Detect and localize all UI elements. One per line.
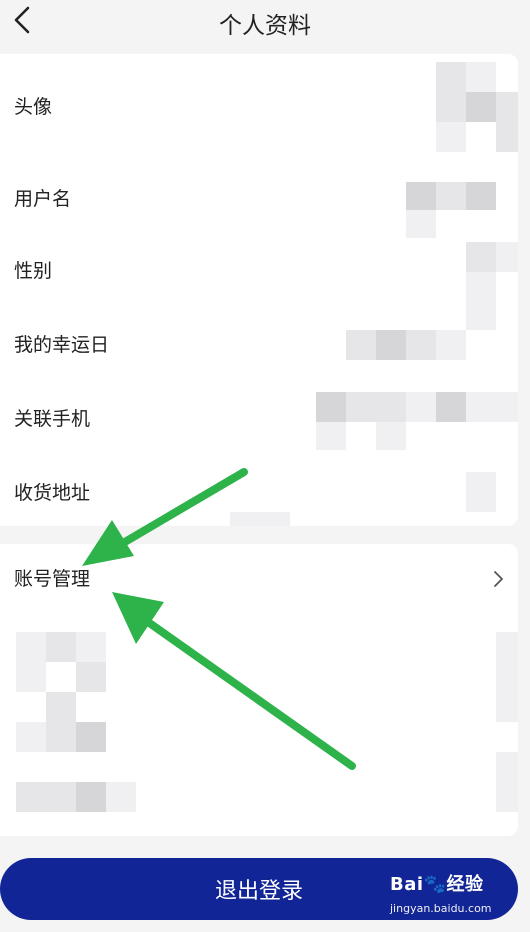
blurred-content-part — [46, 692, 76, 722]
blurred-content-part — [46, 722, 76, 752]
chevron-right-icon — [494, 571, 503, 587]
gender-row[interactable]: 性别 — [0, 250, 518, 300]
blurred-content-part — [46, 782, 76, 812]
blurred-content-part — [496, 752, 518, 812]
lucky-day-label: 我的幸运日 — [14, 334, 110, 356]
username-row[interactable]: 用户名 — [0, 178, 518, 230]
linked-phone-label: 关联手机 — [14, 408, 91, 430]
account-card: 账号管理 — [0, 544, 518, 836]
account-management-row[interactable]: 账号管理 — [0, 544, 518, 614]
page-title: 个人资料 — [219, 13, 311, 39]
blurred-content-part — [16, 662, 46, 692]
gender-label: 性别 — [14, 260, 53, 282]
blurred-content-part — [46, 632, 76, 662]
avatar-label: 头像 — [14, 96, 53, 118]
blurred-content-part — [76, 782, 106, 812]
username-label: 用户名 — [14, 188, 72, 210]
blurred-content-part — [76, 662, 106, 692]
blurred-content-part — [76, 632, 106, 662]
blurred-content-part — [496, 632, 518, 722]
account-management-label: 账号管理 — [14, 568, 91, 590]
blurred-content-part — [106, 782, 136, 812]
blurred-content-part — [76, 722, 106, 752]
shipping-address-label: 收货地址 — [14, 482, 91, 504]
watermark-url: jingyan.baidu.com — [390, 902, 492, 915]
avatar-row[interactable]: 头像 — [0, 74, 518, 140]
shipping-address-row[interactable]: 收货地址 — [0, 472, 518, 522]
linked-phone-row[interactable]: 关联手机 — [0, 398, 518, 448]
profile-info-card: 头像 用户名 性别 我的幸运日 关联手机 收货地址 — [0, 54, 518, 526]
blurred-content-part — [16, 782, 46, 812]
baidu-jingyan-watermark: Bai🐾经验 jingyan.baidu.com — [390, 870, 500, 922]
blurred-content — [16, 632, 46, 662]
blurred-content-part — [16, 722, 46, 752]
watermark-logo: Bai🐾经验 — [390, 874, 484, 895]
lucky-day-row[interactable]: 我的幸运日 — [0, 324, 518, 374]
top-bar: 个人资料 — [0, 0, 530, 48]
